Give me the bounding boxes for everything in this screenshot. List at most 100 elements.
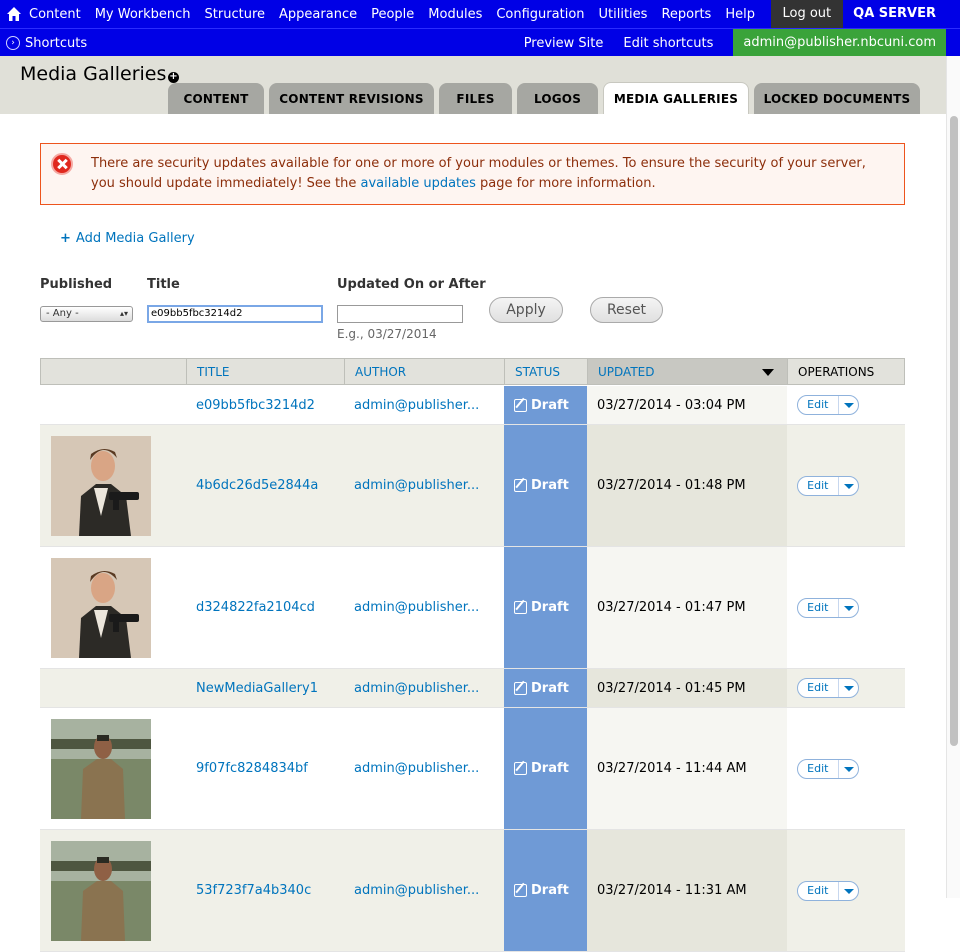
author-link[interactable]: admin@publisher... <box>354 669 479 707</box>
edit-dropbutton[interactable]: Edit <box>797 678 859 698</box>
shortcuts-toggle[interactable]: › Shortcuts <box>6 29 87 57</box>
chevron-down-icon[interactable] <box>839 396 858 414</box>
col-title[interactable]: TITLE <box>186 359 344 384</box>
chevron-down-icon[interactable] <box>839 882 858 900</box>
col-status[interactable]: STATUS <box>504 359 587 384</box>
toolbar-menu-row: Content My Workbench Structure Appearanc… <box>0 0 960 28</box>
edit-dropbutton[interactable]: Edit <box>797 475 859 496</box>
alert-text-2: page for more information. <box>475 176 656 191</box>
published-select[interactable]: - Any - ▴▾ <box>40 306 133 322</box>
gallery-thumbnail[interactable] <box>51 841 151 941</box>
apply-button[interactable]: Apply <box>489 297 563 323</box>
edit-dropbutton[interactable]: Edit <box>797 597 859 618</box>
col-updated[interactable]: UPDATED <box>587 359 788 384</box>
edit-shortcuts-link[interactable]: Edit shortcuts <box>623 36 713 51</box>
tab-content-revisions[interactable]: CONTENT REVISIONS <box>269 83 434 114</box>
gallery-title-link[interactable]: 4b6dc26d5e2844a <box>196 425 318 546</box>
edit-draft-icon <box>514 884 527 897</box>
toolbar-item-reports[interactable]: Reports <box>661 7 711 22</box>
status-cell: Draft <box>504 425 587 546</box>
author-link[interactable]: admin@publisher... <box>354 708 479 829</box>
server-label: QA SERVER <box>843 0 946 28</box>
chevron-down-icon[interactable] <box>839 760 858 778</box>
updated-date-input[interactable] <box>337 305 463 323</box>
status-label: Draft <box>531 600 569 615</box>
col-author[interactable]: AUTHOR <box>344 359 505 384</box>
published-label: Published <box>40 277 113 292</box>
page-title: Media Galleries <box>20 63 167 85</box>
scrollbar-thumb[interactable] <box>950 116 958 746</box>
edit-button[interactable]: Edit <box>798 881 839 900</box>
primary-tabs: CONTENT CONTENT REVISIONS FILES LOGOS ME… <box>168 82 925 114</box>
author-link[interactable]: admin@publisher... <box>354 547 479 668</box>
preview-site-link[interactable]: Preview Site <box>524 36 604 51</box>
tab-media-galleries[interactable]: MEDIA GALLERIES <box>603 82 749 114</box>
edit-dropbutton[interactable]: Edit <box>797 395 859 415</box>
chevron-right-icon: › <box>6 36 20 50</box>
user-account-link[interactable]: admin@publisher.nbcuni.com <box>733 29 946 57</box>
updated-cell: 03/27/2014 - 01:48 PM <box>587 425 787 546</box>
add-shortcut-icon[interactable]: + <box>168 72 179 83</box>
operations-cell: Edit <box>797 669 859 707</box>
status-cell: Draft <box>504 386 587 424</box>
add-media-gallery-link[interactable]: + Add Media Gallery <box>60 231 195 246</box>
author-link[interactable]: admin@publisher... <box>354 830 479 951</box>
updated-cell: 03/27/2014 - 03:04 PM <box>587 386 787 424</box>
tab-files[interactable]: FILES <box>439 83 512 114</box>
table-row: 4b6dc26d5e2844a admin@publisher... Draft 03… <box>40 425 905 547</box>
home-icon[interactable] <box>6 6 22 22</box>
tab-logos[interactable]: LOGOS <box>517 83 598 114</box>
reset-button[interactable]: Reset <box>590 297 663 323</box>
gallery-title-link[interactable]: 9f07fc8284834bf <box>196 708 308 829</box>
status-cell: Draft <box>504 830 587 951</box>
edit-button[interactable]: Edit <box>798 759 839 778</box>
table-row: e09bb5fbc3214d2 admin@publisher... Draft 03… <box>40 386 905 425</box>
toolbar-item-appearance[interactable]: Appearance <box>279 7 357 22</box>
sort-desc-icon <box>762 369 774 376</box>
gallery-thumbnail[interactable] <box>51 719 151 819</box>
gallery-thumbnail[interactable] <box>51 558 151 658</box>
edit-dropbutton[interactable]: Edit <box>797 758 859 779</box>
tab-content[interactable]: CONTENT <box>168 83 264 114</box>
date-format-hint: E.g., 03/27/2014 <box>337 327 437 341</box>
edit-button[interactable]: Edit <box>798 598 839 617</box>
select-arrows-icon: ▴▾ <box>119 309 128 318</box>
shortcuts-label: Shortcuts <box>25 35 88 51</box>
edit-button[interactable]: Edit <box>798 679 839 697</box>
add-media-gallery-label: Add Media Gallery <box>75 231 195 246</box>
edit-button[interactable]: Edit <box>798 396 839 414</box>
edit-draft-icon <box>514 762 527 775</box>
scrollbar[interactable] <box>946 56 960 898</box>
toolbar-item-help[interactable]: Help <box>725 7 755 22</box>
toolbar-item-content[interactable]: Content <box>29 7 81 22</box>
updated-label: Updated On or After <box>337 277 486 292</box>
toolbar-item-configuration[interactable]: Configuration <box>496 7 584 22</box>
gallery-thumbnail[interactable] <box>51 436 151 536</box>
gallery-title-link[interactable]: 53f723f7a4b340c <box>196 830 311 951</box>
chevron-down-icon[interactable] <box>839 477 858 495</box>
edit-button[interactable]: Edit <box>798 476 839 495</box>
published-select-value: - Any - <box>46 308 79 319</box>
author-link[interactable]: admin@publisher... <box>354 386 479 424</box>
toolbar-item-people[interactable]: People <box>371 7 414 22</box>
table-header: TITLE AUTHOR STATUS UPDATED OPERATIONS <box>40 358 905 385</box>
table-row: 9f07fc8284834bf admin@publisher... Draft 03… <box>40 708 905 830</box>
updated-cell: 03/27/2014 - 01:47 PM <box>587 547 787 668</box>
operations-cell: Edit <box>797 708 859 829</box>
logout-button[interactable]: Log out <box>770 0 844 28</box>
author-link[interactable]: admin@publisher... <box>354 425 479 546</box>
gallery-title-link[interactable]: NewMediaGallery1 <box>196 669 318 707</box>
toolbar-account: Log out QA SERVER <box>770 0 946 28</box>
title-filter-input[interactable]: e09bb5fbc3214d2 <box>147 305 323 323</box>
toolbar-item-modules[interactable]: Modules <box>428 7 482 22</box>
admin-toolbar: Content My Workbench Structure Appearanc… <box>0 0 960 57</box>
toolbar-item-structure[interactable]: Structure <box>205 7 265 22</box>
gallery-title-link[interactable]: d324822fa2104cd <box>196 547 315 668</box>
gallery-title-link[interactable]: e09bb5fbc3214d2 <box>196 386 315 424</box>
available-updates-link[interactable]: available updates <box>361 176 476 191</box>
toolbar-item-utilities[interactable]: Utilities <box>599 7 648 22</box>
toolbar-item-my-workbench[interactable]: My Workbench <box>95 7 191 22</box>
chevron-down-icon[interactable] <box>839 679 858 697</box>
tab-locked-documents[interactable]: LOCKED DOCUMENTS <box>754 83 920 114</box>
chevron-down-icon[interactable] <box>839 599 858 617</box>
